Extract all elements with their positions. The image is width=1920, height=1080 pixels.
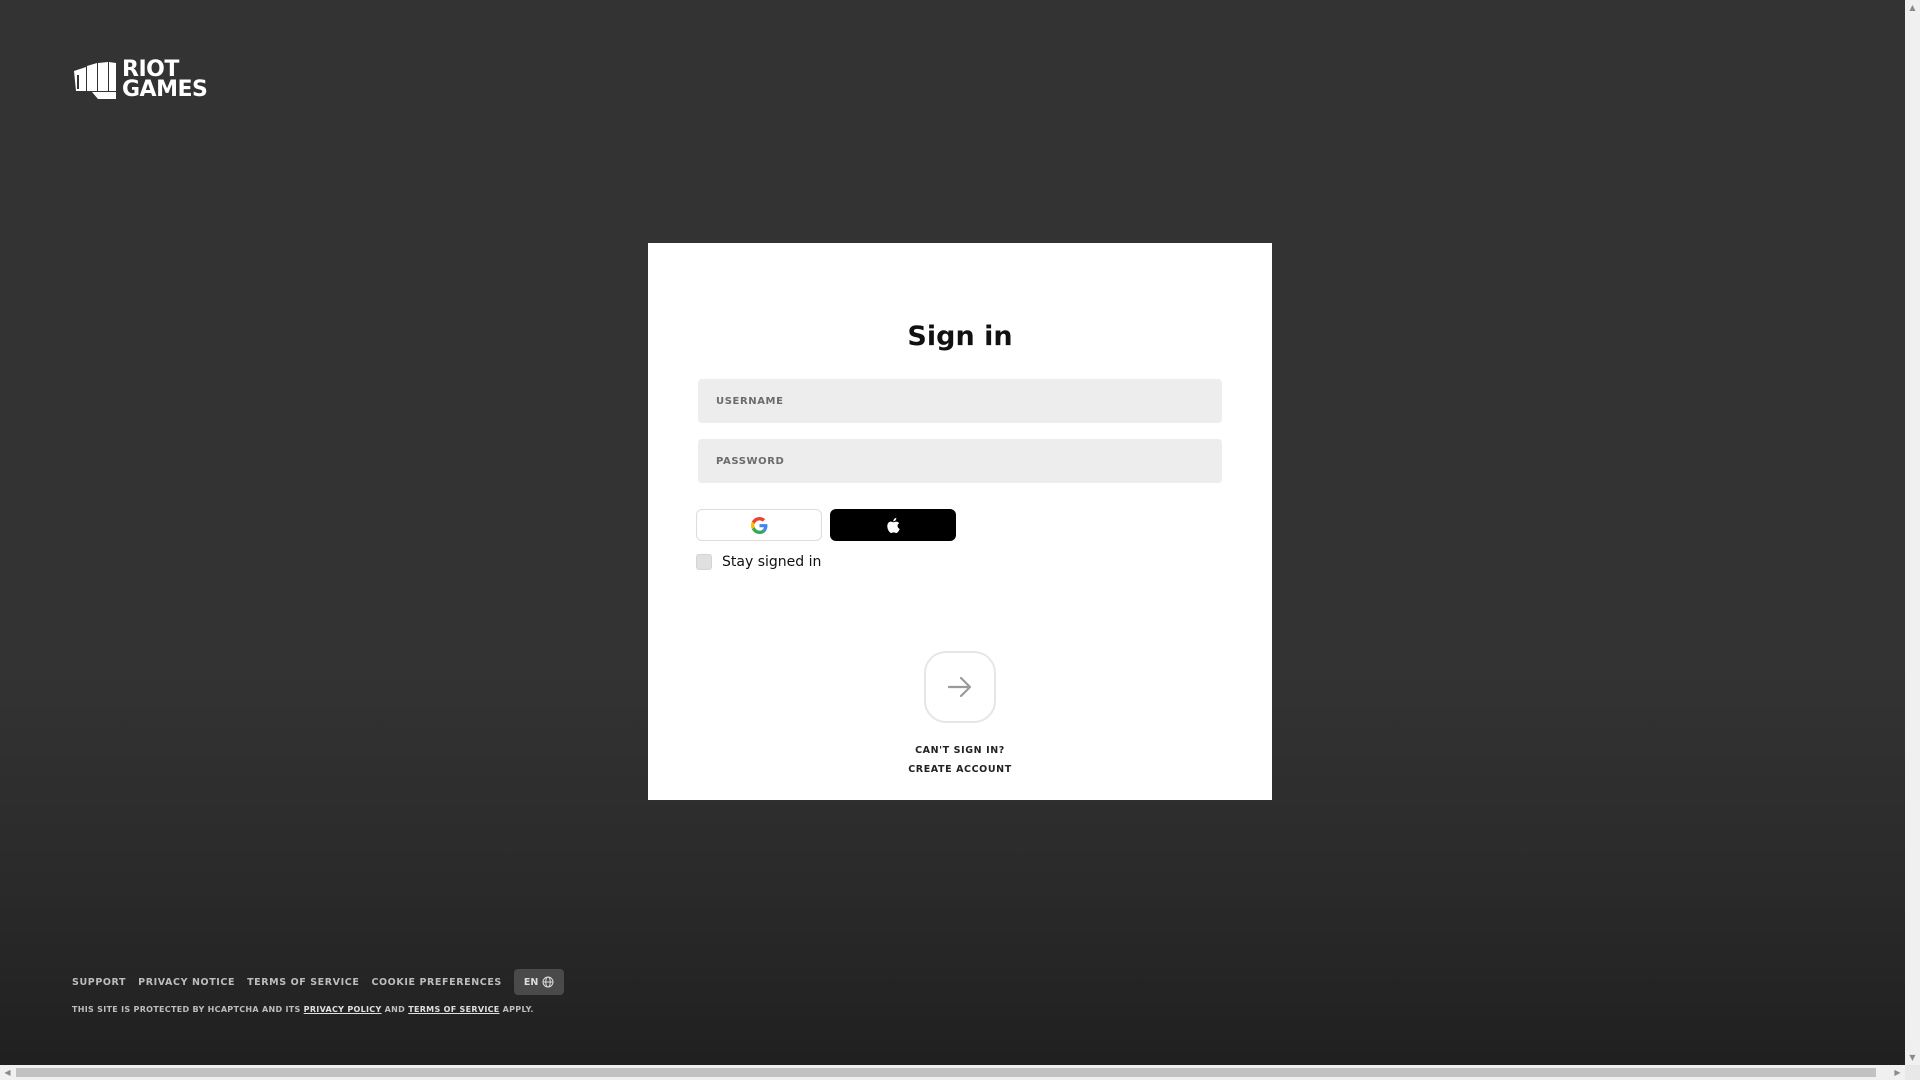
username-input[interactable] [714, 394, 1206, 408]
horizontal-scrollbar[interactable]: ◀ ▶ [0, 1065, 1905, 1080]
page: RIOT GAMES Sign in USERNAME Stay signed … [0, 0, 1905, 1065]
password-input[interactable] [714, 454, 1206, 468]
stay-signed-in[interactable]: Stay signed in [696, 554, 821, 570]
apple-icon [887, 517, 900, 533]
language-code: EN [523, 976, 539, 988]
apple-signin-button[interactable] [830, 509, 956, 541]
scroll-right-icon[interactable]: ▶ [1890, 1065, 1905, 1080]
signin-card: Sign in Stay signed in [648, 243, 1272, 800]
captcha-and: AND [384, 1005, 406, 1014]
create-account-link[interactable]: CREATE ACCOUNT [648, 764, 1272, 775]
footer-link-privacy-notice[interactable]: PRIVACY NOTICE [138, 977, 235, 988]
terms-of-service-link[interactable]: TERMS OF SERVICE [408, 1005, 499, 1014]
captcha-apply: APPLY. [502, 1005, 534, 1014]
google-icon [750, 516, 767, 534]
logo-wordmark: RIOT GAMES [122, 59, 208, 102]
scroll-left-icon[interactable]: ◀ [0, 1065, 15, 1080]
privacy-policy-link[interactable]: PRIVACY POLICY [304, 1005, 382, 1014]
footer-link-terms-of-service[interactable]: TERMS OF SERVICE [247, 977, 359, 988]
vertical-scrollbar[interactable]: ▲ ▼ [1905, 0, 1920, 1065]
username-field[interactable] [698, 379, 1222, 423]
stay-signed-in-checkbox[interactable] [696, 554, 712, 570]
footer-link-cookie-preferences[interactable]: COOKIE PREFERENCES [371, 977, 501, 988]
horizontal-scrollbar-thumb[interactable] [16, 1068, 1876, 1077]
captcha-notice: THIS SITE IS PROTECTED BY HCAPTCHA AND I… [72, 1005, 534, 1014]
arrow-right-icon [947, 676, 972, 698]
riot-games-logo[interactable]: RIOT GAMES [72, 59, 208, 102]
scroll-down-icon[interactable]: ▼ [1905, 1050, 1920, 1065]
scroll-up-icon[interactable]: ▲ [1905, 0, 1920, 15]
submit-button[interactable] [924, 651, 996, 723]
fist-logo-icon [74, 62, 116, 99]
google-signin-button[interactable] [696, 509, 822, 541]
captcha-prefix: THIS SITE IS PROTECTED BY HCAPTCHA AND I… [72, 1005, 301, 1014]
language-selector[interactable]: EN [513, 969, 565, 995]
globe-icon [542, 976, 554, 988]
footer-link-support[interactable]: SUPPORT [72, 977, 126, 988]
scrollbar-corner [1905, 1065, 1920, 1080]
page-title: Sign in [907, 321, 1013, 352]
stay-signed-in-label[interactable]: Stay signed in [722, 554, 821, 570]
cant-sign-in-link[interactable]: CAN'T SIGN IN? [648, 745, 1272, 756]
footer-links: SUPPORT PRIVACY NOTICE TERMS OF SERVICE … [72, 969, 565, 995]
logo-line-2: GAMES [122, 77, 208, 102]
password-field[interactable] [698, 439, 1222, 483]
